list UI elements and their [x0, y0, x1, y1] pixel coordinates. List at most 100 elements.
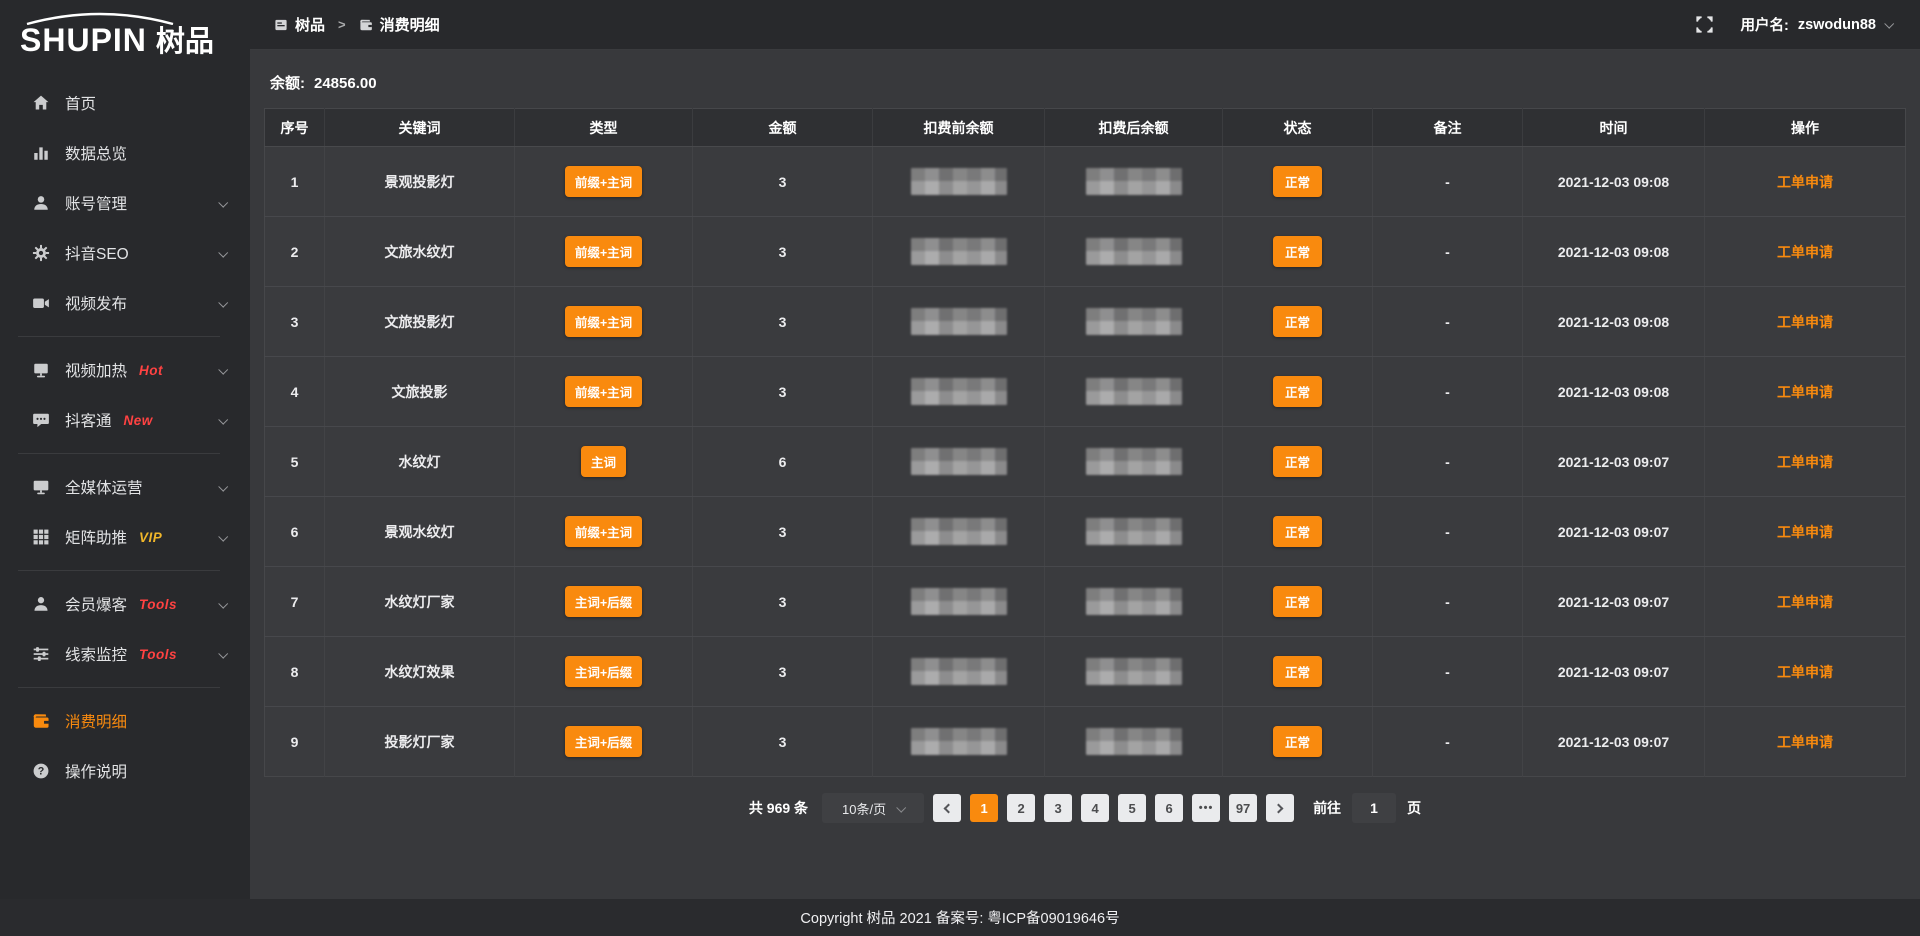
status-cell: 正常: [1223, 147, 1373, 217]
type-badge: 前缀+主词: [565, 376, 642, 407]
page-button-6[interactable]: 6: [1155, 794, 1183, 822]
balance-summary: 余额:24856.00: [270, 72, 1900, 93]
chevron-down-icon: [218, 197, 228, 207]
column-header-8: 时间: [1523, 109, 1705, 147]
remark-cell: -: [1373, 427, 1523, 497]
ticket-request-link[interactable]: 工单申请: [1777, 454, 1833, 470]
sidebar-item-16[interactable]: ?操作说明: [0, 746, 250, 796]
ticket-request-link[interactable]: 工单申请: [1777, 594, 1833, 610]
sidebar-item-4[interactable]: 视频发布: [0, 278, 250, 328]
masked-balance: [1086, 168, 1182, 195]
breadcrumb-item-home[interactable]: 树品: [274, 14, 325, 35]
sidebar-item-13[interactable]: 线索监控Tools: [0, 629, 250, 679]
amount-cell: 3: [693, 567, 873, 637]
chevron-left-icon: [944, 803, 954, 813]
svg-text:?: ?: [38, 766, 45, 778]
sidebar-item-1[interactable]: 数据总览: [0, 128, 250, 178]
ticket-request-link[interactable]: 工单申请: [1777, 664, 1833, 680]
masked-balance: [1086, 448, 1182, 475]
prev-page-button[interactable]: [933, 794, 961, 822]
sidebar-item-7[interactable]: 抖客通New: [0, 395, 250, 445]
time-cell: 2021-12-03 09:07: [1523, 427, 1705, 497]
page-button-1[interactable]: 1: [970, 794, 998, 822]
sidebar-menu: 首页数据总览账号管理抖音SEO视频发布视频加热Hot抖客通New 全媒体运营矩阵助…: [0, 78, 250, 796]
page-size-select[interactable]: 10条/页: [822, 793, 924, 823]
wallet-icon: [32, 712, 50, 730]
type-cell: 前缀+主词: [515, 497, 693, 567]
breadcrumb-label: 树品: [295, 14, 325, 35]
ticket-request-link[interactable]: 工单申请: [1777, 174, 1833, 190]
jump-page-input[interactable]: [1352, 793, 1396, 823]
chart-icon: [32, 144, 50, 162]
masked-balance: [1086, 518, 1182, 545]
column-header-9: 操作: [1705, 109, 1906, 147]
status-cell: 正常: [1223, 217, 1373, 287]
balance-after-cell: [1045, 287, 1223, 357]
status-badge: 正常: [1273, 726, 1322, 757]
ticket-request-link[interactable]: 工单申请: [1777, 524, 1833, 540]
page-button-3[interactable]: 3: [1044, 794, 1072, 822]
row-index-cell: 2: [265, 217, 325, 287]
table-row: 5水纹灯主词6正常-2021-12-03 09:07工单申请: [265, 427, 1906, 497]
page-button-4[interactable]: 4: [1081, 794, 1109, 822]
monitor-icon: [32, 478, 50, 496]
sidebar-item-label: 首页: [65, 92, 96, 114]
time-cell: 2021-12-03 09:07: [1523, 567, 1705, 637]
next-page-button[interactable]: [1266, 794, 1294, 822]
user-menu[interactable]: 用户名: zswodun88: [1741, 14, 1893, 35]
status-cell: 正常: [1223, 287, 1373, 357]
keyword-cell: 文旅投影灯: [325, 287, 515, 357]
ticket-request-link[interactable]: 工单申请: [1777, 734, 1833, 750]
page-button-97[interactable]: 97: [1229, 794, 1257, 822]
grid-icon: [32, 528, 50, 546]
app-logo[interactable]: SHUPIN 树品: [0, 0, 250, 68]
sidebar-divider: [18, 453, 220, 454]
breadcrumb-separator: >: [338, 17, 346, 32]
sidebar-item-2[interactable]: 账号管理: [0, 178, 250, 228]
username-label: 用户名:: [1741, 14, 1789, 35]
jump-label: 前往: [1313, 798, 1341, 818]
question-icon: ?: [32, 762, 50, 780]
ellipsis-button[interactable]: •••: [1192, 794, 1220, 822]
action-cell: 工单申请: [1705, 637, 1906, 707]
sidebar-item-badge: Tools: [139, 647, 177, 662]
app-shell: SHUPIN 树品 首页数据总览账号管理抖音SEO视频发布视频加热Hot抖客通N…: [0, 0, 1920, 899]
amount-cell: 3: [693, 217, 873, 287]
sidebar-item-10[interactable]: 矩阵助推VIP: [0, 512, 250, 562]
chevron-down-icon: [218, 598, 228, 608]
sidebar-item-label: 抖客通: [65, 409, 112, 431]
sidebar-item-0[interactable]: 首页: [0, 78, 250, 128]
action-cell: 工单申请: [1705, 147, 1906, 217]
sidebar-item-15[interactable]: 消费明细: [0, 696, 250, 746]
chevron-down-icon: [896, 802, 906, 812]
ticket-request-link[interactable]: 工单申请: [1777, 244, 1833, 260]
fullscreen-icon[interactable]: [1696, 16, 1713, 33]
table-row: 2文旅水纹灯前缀+主词3正常-2021-12-03 09:08工单申请: [265, 217, 1906, 287]
ticket-request-link[interactable]: 工单申请: [1777, 384, 1833, 400]
board-icon: [274, 18, 288, 32]
status-cell: 正常: [1223, 427, 1373, 497]
column-header-4: 扣费前余额: [873, 109, 1045, 147]
type-badge: 前缀+主词: [565, 306, 642, 337]
page-button-2[interactable]: 2: [1007, 794, 1035, 822]
column-header-0: 序号: [265, 109, 325, 147]
sidebar-item-3[interactable]: 抖音SEO: [0, 228, 250, 278]
sidebar-item-6[interactable]: 视频加热Hot: [0, 345, 250, 395]
remark-cell: -: [1373, 147, 1523, 217]
sidebar-item-label: 视频加热: [65, 359, 127, 381]
page-content: 余额:24856.00 序号关键词类型金额扣费前余额扣费后余额状态备注时间操作 …: [250, 50, 1920, 899]
sidebar-item-12[interactable]: 会员爆客Tools: [0, 579, 250, 629]
row-index-cell: 1: [265, 147, 325, 217]
ticket-request-link[interactable]: 工单申请: [1777, 314, 1833, 330]
chat-icon: [32, 411, 50, 429]
status-cell: 正常: [1223, 567, 1373, 637]
column-header-1: 关键词: [325, 109, 515, 147]
keyword-cell: 景观水纹灯: [325, 497, 515, 567]
page-button-5[interactable]: 5: [1118, 794, 1146, 822]
remark-cell: -: [1373, 637, 1523, 707]
action-cell: 工单申请: [1705, 427, 1906, 497]
home-icon: [32, 94, 50, 112]
table-row: 6景观水纹灯前缀+主词3正常-2021-12-03 09:07工单申请: [265, 497, 1906, 567]
sidebar-item-9[interactable]: 全媒体运营: [0, 462, 250, 512]
masked-balance: [911, 168, 1007, 195]
